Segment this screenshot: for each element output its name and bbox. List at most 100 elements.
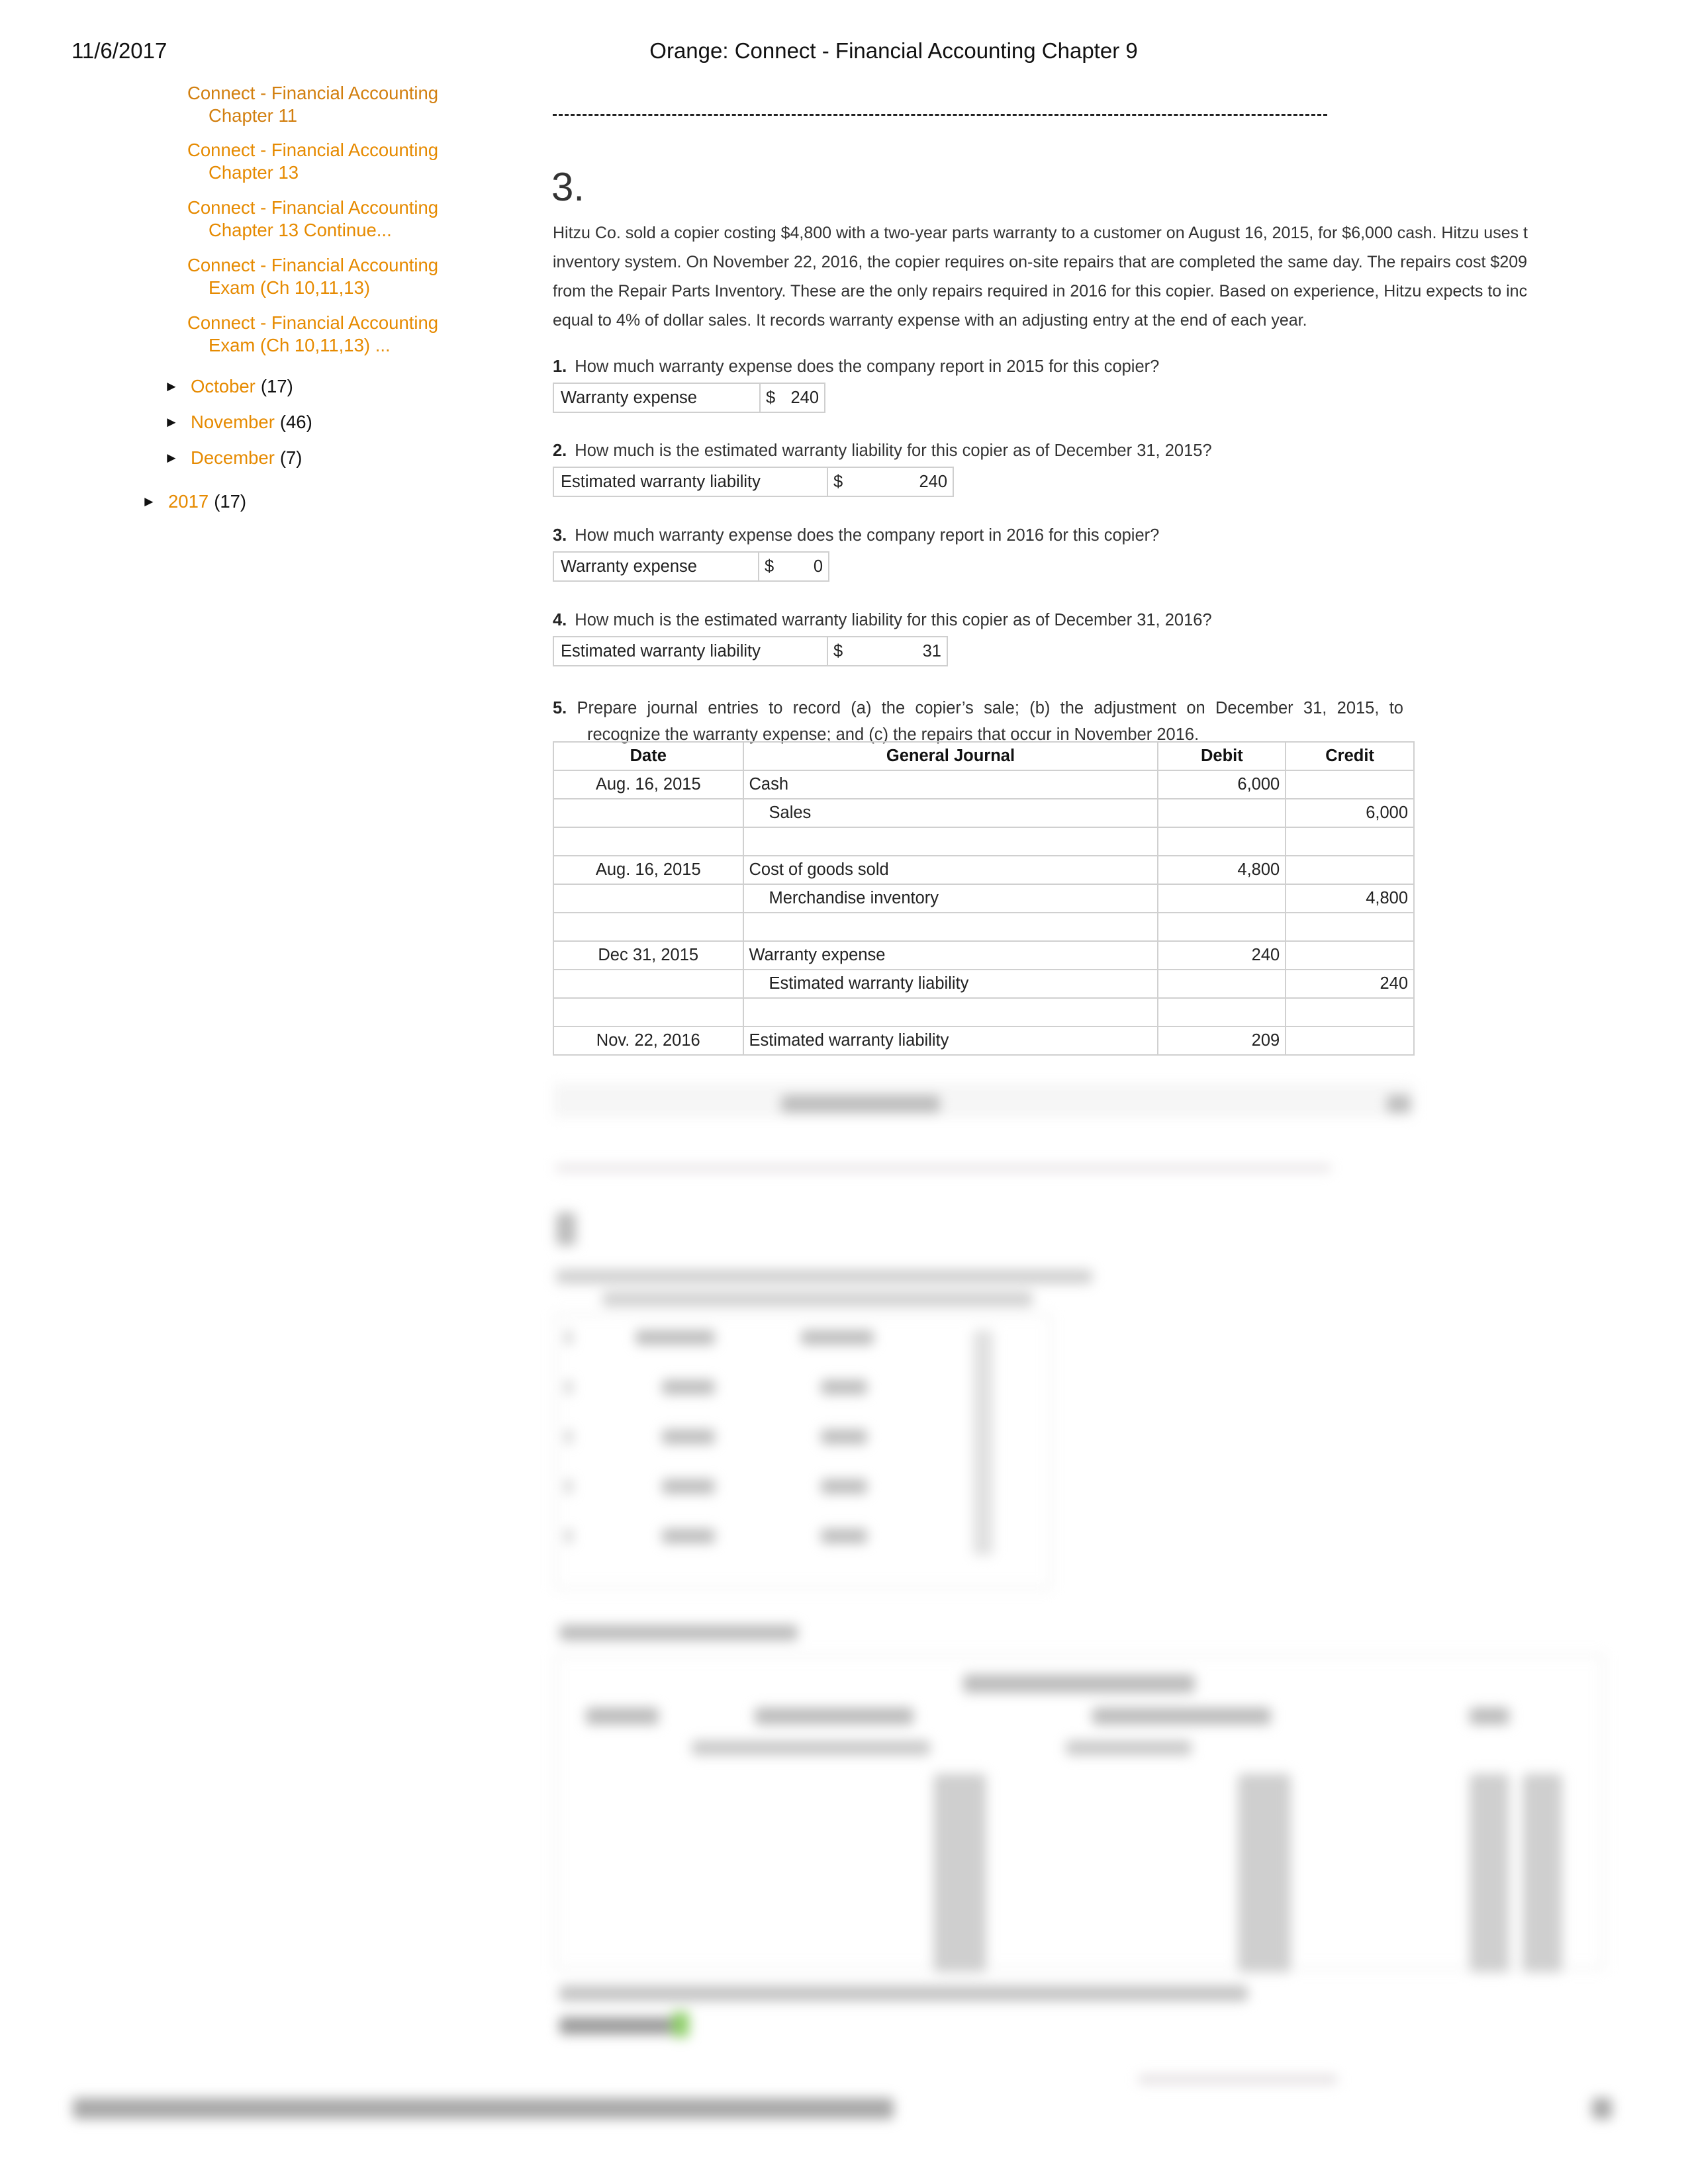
- archive-count: (46): [279, 412, 312, 432]
- expand-triangle-icon[interactable]: ►: [164, 414, 191, 431]
- credit-cell[interactable]: [1285, 1026, 1415, 1056]
- archive-link[interactable]: 2017: [168, 491, 209, 512]
- account-cell[interactable]: Estimated warranty liability: [742, 1026, 1159, 1056]
- debit-cell[interactable]: 4,800: [1157, 855, 1287, 885]
- debit-cell[interactable]: [1157, 884, 1287, 913]
- answer-field[interactable]: $ 31: [828, 637, 947, 665]
- date-cell[interactable]: [553, 884, 744, 913]
- date-cell[interactable]: [553, 912, 744, 942]
- sidebar-post-link[interactable]: Connect - Financial Accounting Exam (Ch 1…: [166, 254, 465, 299]
- question-word: to: [769, 699, 783, 717]
- obscured-text: [692, 1741, 930, 1755]
- expand-triangle-icon[interactable]: ►: [164, 378, 191, 395]
- post-title-line: Chapter 11: [209, 105, 298, 126]
- obscured-text: [662, 1529, 715, 1543]
- answer-field[interactable]: $ 240: [828, 468, 953, 496]
- credit-cell[interactable]: [1285, 940, 1415, 970]
- problem-text: Hitzu Co. sold a copier costing $4,800 w…: [553, 218, 1602, 335]
- archive-month-october: ► October (17): [164, 376, 293, 397]
- table-row: Nov. 22, 2016 Estimated warranty liabilit…: [553, 1026, 1415, 1056]
- table-row: Estimated warranty liability 240: [553, 969, 1415, 999]
- answer-value: 31: [922, 642, 941, 660]
- date-cell[interactable]: [553, 997, 744, 1027]
- question-word: the: [1060, 699, 1084, 717]
- credit-cell[interactable]: [1285, 855, 1415, 885]
- answer-value: 0: [813, 557, 823, 576]
- archive-link[interactable]: December: [191, 447, 275, 469]
- obscured-text: [821, 1380, 867, 1394]
- debit-cell[interactable]: [1157, 969, 1287, 999]
- account-cell[interactable]: Cost of goods sold: [742, 855, 1159, 885]
- problem-number: 3.: [551, 165, 585, 209]
- debit-cell[interactable]: 6,000: [1157, 770, 1287, 799]
- expand-triangle-icon[interactable]: ►: [164, 449, 191, 467]
- date-cell[interactable]: Dec 31, 2015: [553, 940, 744, 970]
- date-cell[interactable]: [553, 827, 744, 856]
- account-cell[interactable]: [742, 997, 1159, 1027]
- sidebar-post-link[interactable]: Connect - Financial Accounting Exam (Ch 1…: [166, 312, 465, 357]
- credit-cell[interactable]: [1285, 770, 1415, 799]
- post-title-line: Connect - Financial Accounting: [187, 140, 439, 160]
- account-cell[interactable]: Sales: [742, 798, 1159, 828]
- obscured-text: [755, 1707, 914, 1725]
- account-cell[interactable]: [742, 912, 1159, 942]
- currency-symbol: $: [833, 473, 843, 491]
- credit-cell[interactable]: [1285, 997, 1415, 1027]
- sidebar-post-link[interactable]: Connect - Financial Accounting Chapter 13: [166, 139, 465, 184]
- credit-cell[interactable]: 240: [1285, 969, 1415, 999]
- question-word: 2015,: [1336, 699, 1380, 717]
- debit-cell[interactable]: [1157, 997, 1287, 1027]
- debit-cell[interactable]: 209: [1157, 1026, 1287, 1056]
- question-text: How much warranty expense does the compa…: [575, 357, 1160, 376]
- question-word: journal: [647, 699, 698, 717]
- date-cell[interactable]: Aug. 16, 2015: [553, 770, 744, 799]
- credit-cell[interactable]: 6,000: [1285, 798, 1415, 828]
- date-cell[interactable]: [553, 798, 744, 828]
- question-text: How much warranty expense does the compa…: [575, 526, 1160, 545]
- credit-cell[interactable]: [1285, 912, 1415, 942]
- obscured-text: [662, 1380, 715, 1394]
- section-separator: [553, 114, 1327, 116]
- question-3: 3. How much warranty expense does the com…: [553, 526, 1159, 545]
- problem-text-line: from the Repair Parts Inventory. These a…: [553, 282, 1528, 300]
- obscured-text: [602, 1292, 1033, 1306]
- date-cell[interactable]: [553, 969, 744, 999]
- account-cell[interactable]: [742, 827, 1159, 856]
- archive-link[interactable]: October: [191, 376, 256, 397]
- answer-label: Estimated warranty liability: [554, 468, 828, 496]
- debit-cell[interactable]: 240: [1157, 940, 1287, 970]
- obscured-footer-url: [73, 2098, 894, 2119]
- credit-cell[interactable]: [1285, 827, 1415, 856]
- page-title: Orange: Connect - Financial Accounting C…: [649, 38, 1138, 63]
- answer-label: Warranty expense: [554, 384, 761, 412]
- question-5: 5. Prepare journal entries to record (a) the cop…: [553, 695, 1403, 748]
- archive-link[interactable]: November: [191, 412, 275, 433]
- account-cell[interactable]: Estimated warranty liability: [742, 969, 1159, 999]
- debit-cell[interactable]: [1157, 798, 1287, 828]
- obscured-text: [821, 1479, 867, 1494]
- currency-symbol: $: [833, 642, 843, 660]
- account-cell[interactable]: Warranty expense: [742, 940, 1159, 970]
- credit-cell[interactable]: 4,800: [1285, 884, 1415, 913]
- date-cell[interactable]: Nov. 22, 2016: [553, 1026, 744, 1056]
- table-row: Aug. 16, 2015 Cost of goods sold 4,800: [553, 855, 1415, 885]
- debit-cell[interactable]: [1157, 827, 1287, 856]
- column-header-date: Date: [553, 741, 744, 771]
- post-title-line: Connect - Financial Accounting: [187, 197, 439, 218]
- archive-month-november: ► November (46): [164, 412, 312, 433]
- expand-triangle-icon[interactable]: ►: [142, 493, 168, 510]
- account-cell[interactable]: Merchandise inventory: [742, 884, 1159, 913]
- answer-field[interactable]: $ 0: [759, 553, 828, 580]
- account-cell[interactable]: Cash: [742, 770, 1159, 799]
- debit-cell[interactable]: [1157, 912, 1287, 942]
- post-title-line: Connect - Financial Accounting: [187, 255, 439, 275]
- table-row: Dec 31, 2015 Warranty expense 240: [553, 940, 1415, 970]
- obscured-separator: [556, 1165, 1331, 1171]
- date-cell[interactable]: Aug. 16, 2015: [553, 855, 744, 885]
- sidebar-post-link[interactable]: Connect - Financial Accounting Chapter 13…: [166, 197, 465, 242]
- question-word: (b): [1029, 699, 1051, 717]
- sidebar-post-link[interactable]: Connect - Financial Accounting Chapter 11: [166, 82, 465, 127]
- archive-count: (17): [214, 491, 247, 512]
- answer-field[interactable]: $ 240: [761, 384, 824, 412]
- column-header-general-journal: General Journal: [742, 741, 1159, 771]
